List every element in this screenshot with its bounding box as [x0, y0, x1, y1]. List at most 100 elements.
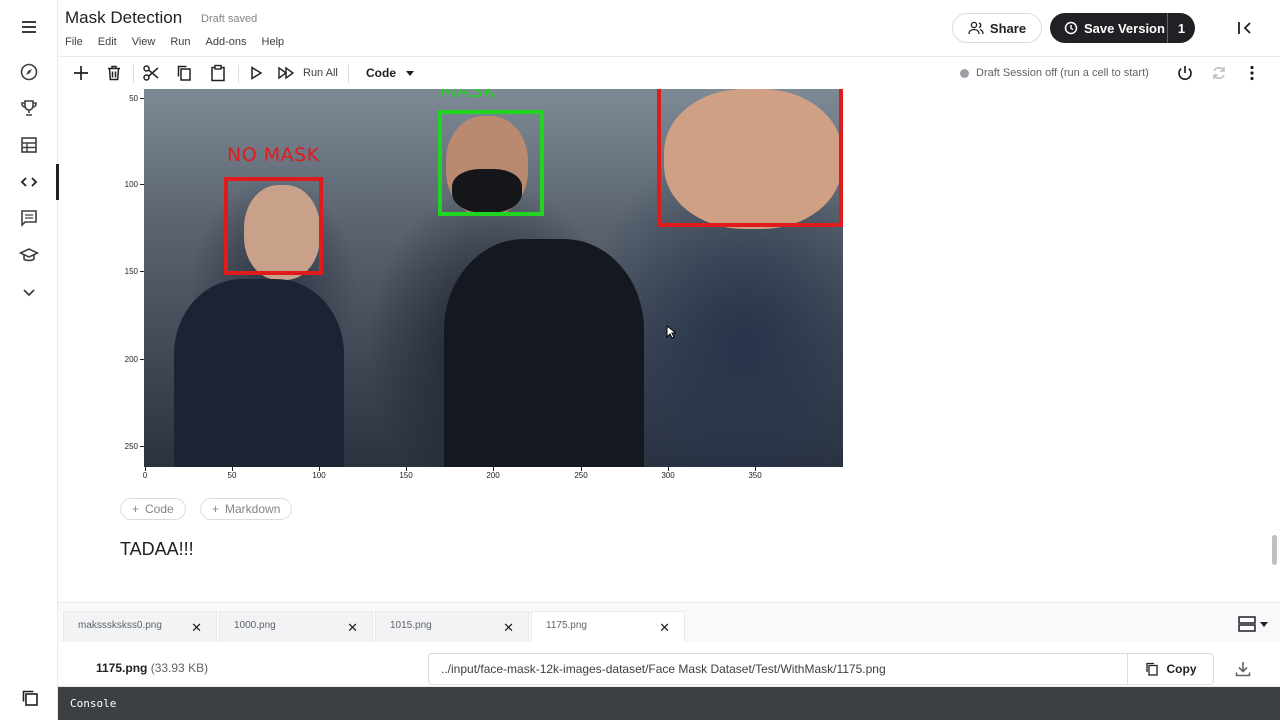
console-bar[interactable]: Console	[58, 687, 1280, 720]
toolbar-divider	[238, 65, 239, 83]
close-icon[interactable]: ✕	[659, 620, 670, 636]
file-size: (33.93 KB)	[150, 661, 209, 675]
toolbar-divider	[348, 65, 349, 83]
mask-box	[438, 110, 544, 216]
add-cell-icon[interactable]	[71, 63, 91, 83]
menu-bar: File Edit View Run Add-ons Help	[65, 36, 299, 48]
copy-icon	[1145, 662, 1158, 676]
share-button[interactable]: Share	[952, 13, 1042, 43]
download-icon[interactable]	[1234, 660, 1252, 678]
file-info-bar: 1175.png (33.93 KB) ../input/face-mask-1…	[58, 642, 1280, 687]
content-scrollbar[interactable]	[1270, 89, 1280, 602]
close-icon[interactable]: ✕	[503, 620, 514, 636]
menu-add-ons[interactable]: Add-ons	[206, 36, 247, 48]
trophy-icon[interactable]	[0, 90, 58, 126]
file-tab[interactable]: 1000.png ✕	[219, 611, 373, 643]
file-path-field[interactable]: ../input/face-mask-12k-images-dataset/Fa…	[428, 653, 1214, 685]
layout-toggle-icon[interactable]	[1238, 615, 1274, 633]
menu-file[interactable]: File	[65, 36, 83, 48]
share-label: Share	[989, 20, 1027, 36]
layers-icon[interactable]	[20, 688, 40, 708]
add-code-label: Code	[145, 502, 174, 516]
run-all-button[interactable]: Run All	[303, 67, 338, 79]
plus-icon: +	[212, 502, 220, 516]
y-tick-label: 50	[129, 94, 138, 103]
chevron-down-icon[interactable]	[0, 274, 58, 310]
refresh-icon[interactable]	[1209, 63, 1229, 83]
collapse-panel-icon[interactable]	[1235, 18, 1255, 38]
file-name: 1175.png (33.93 KB)	[96, 661, 208, 675]
scrollbar-thumb[interactable]	[1272, 535, 1277, 565]
comment-icon[interactable]	[0, 200, 58, 236]
no-mask-box	[224, 177, 323, 275]
mouse-cursor-icon	[666, 325, 676, 339]
table-icon[interactable]	[0, 127, 58, 163]
add-markdown-cell-button[interactable]: + Markdown	[200, 498, 293, 520]
power-icon[interactable]	[1175, 63, 1195, 83]
run-cell-icon[interactable]	[246, 63, 266, 83]
notebook-header: Mask Detection Draft saved File Edit Vie…	[58, 0, 1280, 56]
y-tick-label: 100	[124, 180, 138, 189]
caret-down-icon	[406, 70, 414, 76]
save-version-label: Save Version	[1084, 20, 1165, 36]
console-label: Console	[70, 697, 117, 710]
x-tick-label: 200	[486, 471, 500, 480]
notebook-content: 50 100 150 200 250 NO MASK MASK 0 50 100…	[58, 89, 1270, 602]
close-icon[interactable]: ✕	[347, 620, 358, 636]
left-nav-rail	[0, 0, 59, 720]
file-tab[interactable]: 1015.png ✕	[375, 611, 529, 643]
x-tick-label: 150	[399, 471, 413, 480]
no-mask-box	[657, 89, 843, 227]
file-tab-label: makssskskss0.png	[78, 620, 162, 631]
markdown-cell-text[interactable]: TADAA!!!	[120, 539, 194, 560]
notebook-title[interactable]: Mask Detection	[65, 8, 182, 28]
jacket-center	[444, 239, 644, 467]
menu-view[interactable]: View	[132, 36, 156, 48]
file-tab[interactable]: makssskskss0.png ✕	[63, 611, 217, 643]
menu-run[interactable]: Run	[170, 36, 190, 48]
x-tick-label: 350	[748, 471, 762, 480]
file-tab-label: 1175.png	[546, 620, 587, 631]
people-icon	[968, 21, 984, 35]
file-tab-label: 1000.png	[234, 620, 276, 631]
plus-icon: +	[132, 502, 140, 516]
cut-icon[interactable]	[141, 63, 161, 83]
menu-edit[interactable]: Edit	[98, 36, 117, 48]
notebook-toolbar: Run All Code Draft Session off (run a ce…	[58, 56, 1280, 89]
menu-help[interactable]: Help	[262, 36, 285, 48]
close-icon[interactable]: ✕	[191, 620, 202, 636]
x-tick-label: 0	[142, 471, 148, 480]
paste-icon[interactable]	[208, 63, 228, 83]
copy-icon[interactable]	[174, 63, 194, 83]
session-status-dot	[960, 68, 969, 78]
delete-icon[interactable]	[104, 63, 124, 83]
cell-type-value: Code	[366, 66, 396, 80]
copy-path-button[interactable]: Copy	[1127, 654, 1213, 684]
run-all-icon[interactable]	[276, 63, 296, 83]
x-tick-label: 250	[574, 471, 588, 480]
menu-icon[interactable]	[0, 9, 58, 45]
file-tabs-bar: makssskskss0.png ✕ 1000.png ✕ 1015.png ✕…	[58, 602, 1280, 643]
y-tick-label: 150	[124, 267, 138, 276]
version-count[interactable]: 1	[1168, 21, 1195, 36]
more-vert-icon[interactable]	[1242, 63, 1262, 83]
file-tab-active[interactable]: 1175.png ✕	[531, 611, 685, 643]
code-icon[interactable]	[0, 164, 59, 200]
x-tick-label: 300	[661, 471, 675, 480]
x-tick-label: 100	[312, 471, 326, 480]
no-mask-label: NO MASK	[227, 144, 320, 166]
draft-status: Draft saved	[201, 13, 258, 25]
session-status-text: Draft Session off (run a cell to start)	[976, 67, 1149, 79]
notebook-editor: Mask Detection Draft saved File Edit Vie…	[0, 0, 1280, 720]
compass-icon[interactable]	[0, 54, 58, 90]
history-icon	[1064, 21, 1078, 35]
x-tick-label: 50	[227, 471, 237, 480]
mask-label: MASK	[440, 89, 496, 102]
add-code-cell-button[interactable]: + Code	[120, 498, 186, 520]
cell-type-select[interactable]: Code	[366, 66, 414, 80]
session-status: Draft Session off (run a cell to start)	[960, 67, 1149, 79]
school-icon[interactable]	[0, 237, 58, 273]
save-version-button[interactable]: Save Version 1	[1050, 13, 1195, 43]
file-name-text: 1175.png	[96, 661, 148, 675]
jacket-left	[174, 279, 344, 467]
